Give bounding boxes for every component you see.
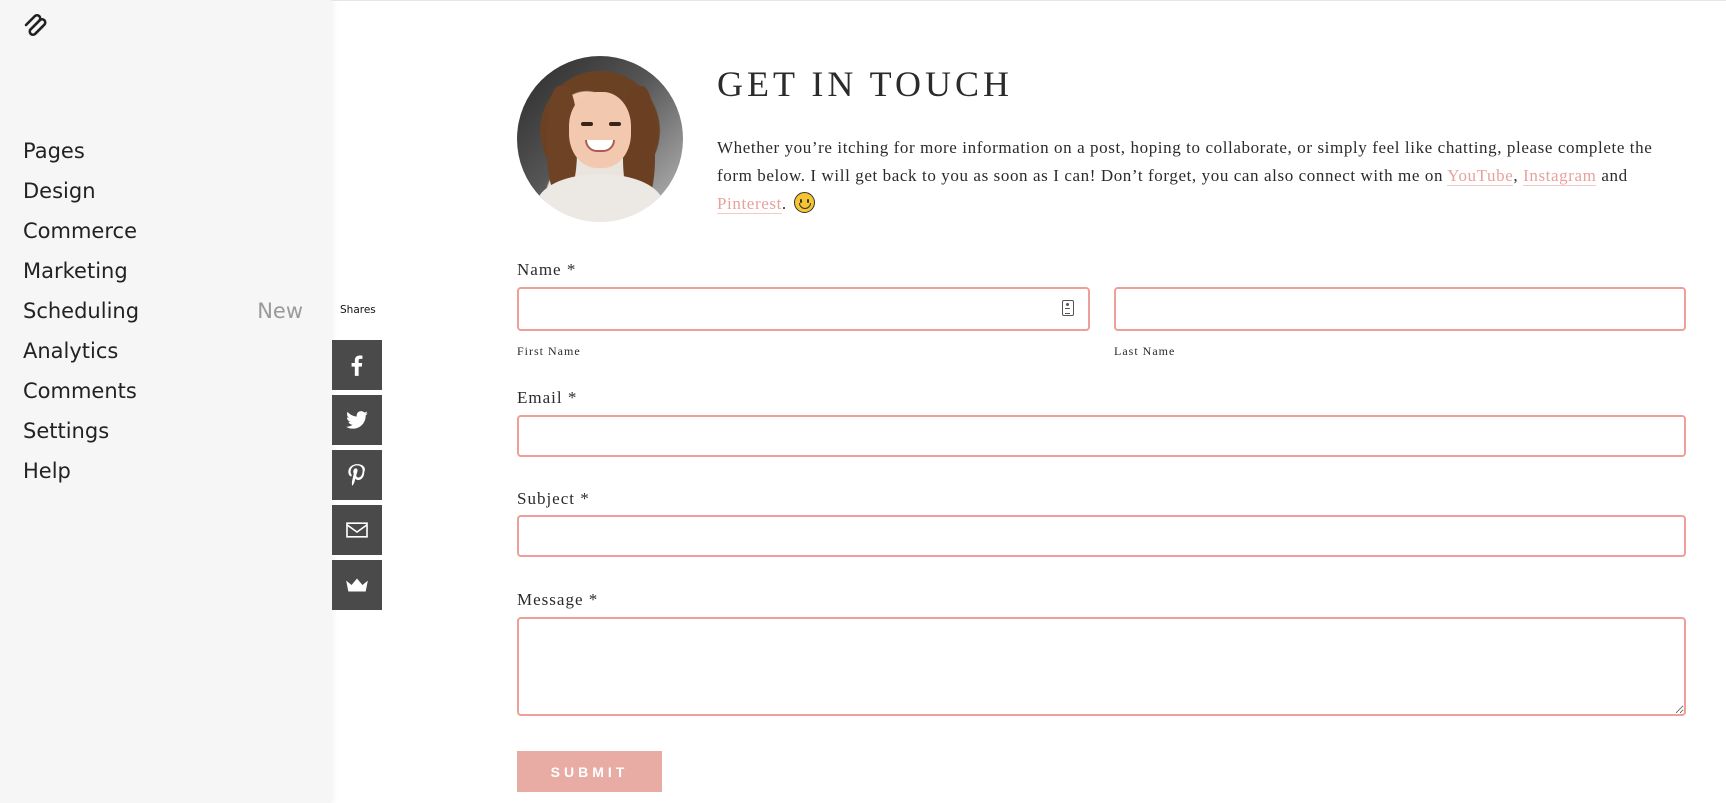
facebook-share-button[interactable] [332,340,382,390]
sidebar-item-analytics[interactable]: Analytics [23,331,303,371]
twitter-icon [346,411,368,429]
sidebar-item-design[interactable]: Design [23,171,303,211]
twitter-share-button[interactable] [332,395,382,445]
subject-input[interactable] [517,515,1686,557]
contact-card-icon[interactable] [1062,300,1074,316]
pinterest-share-button[interactable] [332,450,382,500]
youtube-link[interactable]: YouTube [1447,166,1514,186]
pinterest-link[interactable]: Pinterest [717,194,782,214]
last-name-input[interactable] [1114,287,1686,331]
crown-share-button[interactable] [332,560,382,610]
sidebar-nav: Pages Design Commerce Marketing Scheduli… [23,131,303,491]
facebook-icon [351,355,363,376]
email-input[interactable] [517,415,1686,457]
submit-button[interactable]: SUBMIT [517,751,662,792]
pinterest-icon [348,464,365,486]
email-icon [346,522,368,538]
name-label: Name * [517,260,577,279]
sidebar-item-settings[interactable]: Settings [23,411,303,451]
new-badge: New [257,299,303,323]
subject-label: Subject * [517,489,590,508]
sidebar-item-commerce[interactable]: Commerce [23,211,303,251]
last-name-sublabel: Last Name [1114,344,1176,358]
author-avatar [517,56,683,222]
sidebar-item-marketing[interactable]: Marketing [23,251,303,291]
sidebar-item-pages[interactable]: Pages [23,131,303,171]
sidebar-item-comments[interactable]: Comments [23,371,303,411]
slightly-smiling-face-icon [793,192,815,213]
intro-paragraph: Whether you’re itching for more informat… [717,138,1653,214]
email-share-button[interactable] [332,505,382,555]
first-name-input[interactable] [517,287,1090,331]
instagram-link[interactable]: Instagram [1523,166,1597,186]
sidebar-item-scheduling[interactable]: Scheduling New [23,291,303,331]
message-label: Message * [517,590,599,609]
message-textarea[interactable] [517,617,1686,716]
crown-icon [346,578,368,592]
shares-label: Shares [340,304,376,316]
squarespace-logo-icon[interactable] [22,12,52,38]
email-label: Email * [517,388,578,407]
sidebar: Pages Design Commerce Marketing Scheduli… [0,0,331,803]
sidebar-item-help[interactable]: Help [23,451,303,491]
first-name-sublabel: First Name [517,344,581,358]
page-title: GET IN TOUCH [717,64,1014,104]
